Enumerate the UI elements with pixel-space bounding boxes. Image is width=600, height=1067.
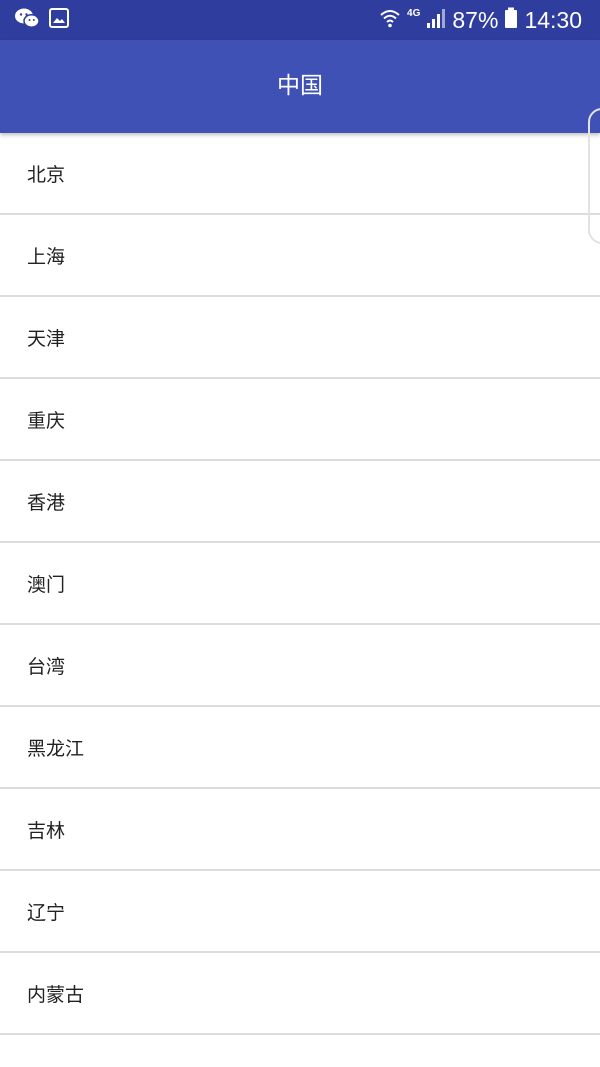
gallery-icon: [48, 7, 70, 33]
signal-icon: [426, 7, 446, 33]
list-item-region[interactable]: 黑龙江: [0, 707, 600, 789]
page-title: 中国: [277, 73, 323, 99]
region-label: 河北: [27, 1062, 65, 1067]
list-item-region[interactable]: 澳门: [0, 543, 600, 625]
list-item-region[interactable]: 内蒙古: [0, 953, 600, 1035]
list-item-region[interactable]: 重庆: [0, 379, 600, 461]
battery-percent: 87%: [452, 7, 499, 33]
region-list: 北京 上海 天津 重庆 香港 澳门 台湾 黑龙江 吉林 辽宁 内蒙古 河北: [0, 133, 600, 1067]
list-item-region[interactable]: 天津: [0, 297, 600, 379]
notification-icons: [14, 8, 70, 32]
list-item-region[interactable]: 辽宁: [0, 871, 600, 953]
region-label: 内蒙古: [27, 983, 85, 1006]
system-indicators: 4G 87% 14:30: [379, 0, 582, 40]
region-label: 台湾: [27, 655, 66, 678]
region-label: 重庆: [27, 409, 66, 432]
list-item-region[interactable]: 吉林: [0, 789, 600, 871]
app-bar: 中国: [0, 40, 600, 133]
list-item-region[interactable]: 北京: [0, 133, 600, 215]
region-label: 辽宁: [27, 901, 66, 924]
scroll-indicator: [588, 108, 600, 244]
network-type-label: 4G: [407, 7, 421, 19]
wifi-icon: [379, 7, 401, 33]
region-label: 北京: [27, 163, 66, 186]
list-item-region[interactable]: 香港: [0, 461, 600, 543]
region-label: 澳门: [27, 573, 66, 596]
region-label: 吉林: [27, 819, 66, 842]
list-item-region[interactable]: 上海: [0, 215, 600, 297]
region-label: 天津: [27, 327, 66, 350]
list-item-region[interactable]: 河北: [0, 1035, 600, 1067]
status-bar: 4G 87% 14:30: [0, 0, 600, 40]
battery-icon: [504, 7, 518, 33]
region-label: 香港: [27, 491, 66, 514]
wechat-icon: [14, 7, 40, 33]
clock: 14:30: [524, 7, 582, 33]
region-label: 黑龙江: [27, 737, 85, 760]
list-item-region[interactable]: 台湾: [0, 625, 600, 707]
region-label: 上海: [27, 245, 66, 268]
